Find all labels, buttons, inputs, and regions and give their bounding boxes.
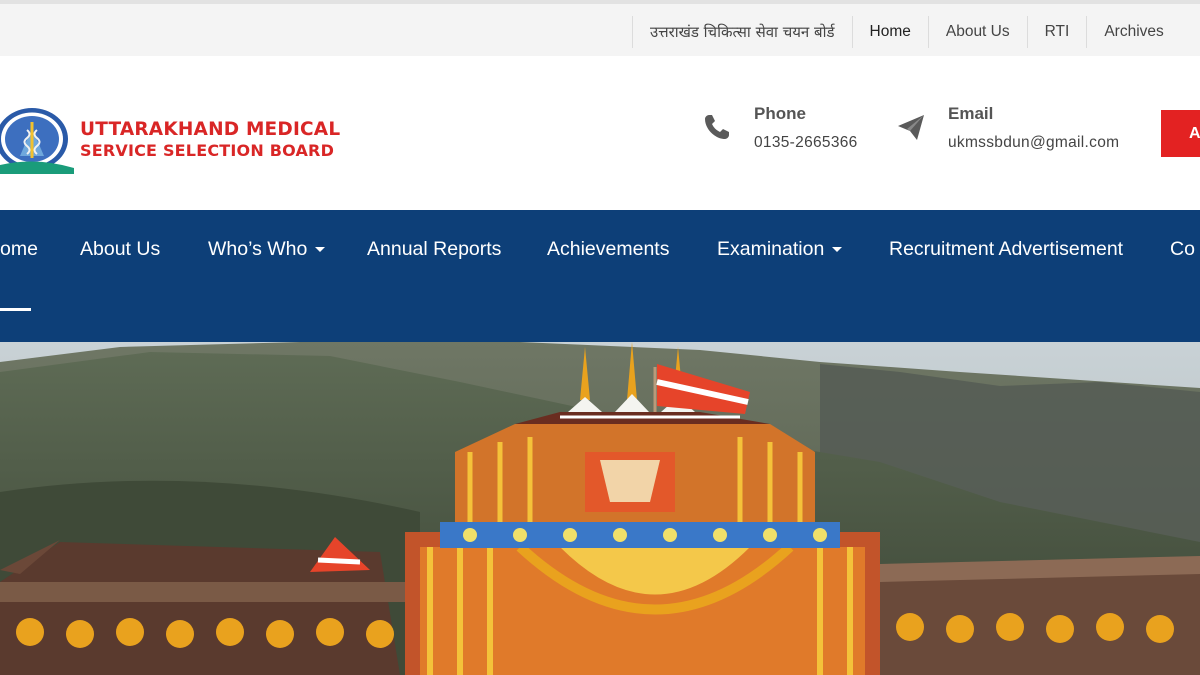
nav-item-recruitment-advertisement[interactable]: Recruitment Advertisement [889, 234, 1123, 264]
site-logo[interactable]: UTTARAKHAND MEDICAL SERVICE SELECTION BO… [0, 106, 340, 174]
hero-banner [0, 342, 1200, 675]
phone-number[interactable]: 0135-2665366 [754, 134, 858, 152]
email-label: Email [948, 104, 994, 123]
nav-item-examination[interactable]: Examination [717, 234, 843, 264]
nav-item-contact[interactable]: Co [1170, 234, 1195, 264]
top-utility-bar: उत्तराखंड चिकित्सा सेवा चयन बोर्ड Home A… [0, 0, 1200, 56]
active-nav-underline [0, 308, 31, 311]
contact-email: Email ukmssbdun@gmail.com [896, 104, 1119, 152]
contact-phone: Phone 0135-2665366 [702, 104, 858, 152]
caret-down-icon [832, 246, 843, 252]
email-details: Email ukmssbdun@gmail.com [948, 104, 1119, 152]
top-link-archives[interactable]: Archives [1086, 16, 1180, 48]
top-link-hindi-title[interactable]: उत्तराखंड चिकित्सा सेवा चयन बोर्ड [632, 16, 852, 48]
phone-icon [705, 115, 729, 139]
logo-line-1: UTTARAKHAND MEDICAL [80, 119, 341, 140]
nav-item-label: Examination [717, 237, 825, 260]
nav-item-label: Who’s Who [208, 237, 308, 260]
nav-item-label: Achievements [547, 237, 670, 260]
nav-item-label: Co [1170, 237, 1195, 260]
top-link-about-us[interactable]: About Us [927, 16, 1027, 48]
nav-item-achievements[interactable]: Achievements [547, 234, 669, 264]
site-header: UTTARAKHAND MEDICAL SERVICE SELECTION BO… [0, 56, 1200, 210]
nav-item-label: ome [0, 237, 38, 260]
nav-item-label: About Us [80, 237, 161, 260]
nav-item-label: Annual Reports [367, 237, 502, 260]
email-address[interactable]: ukmssbdun@gmail.com [948, 134, 1119, 152]
nav-item-about-us[interactable]: About Us [80, 234, 160, 264]
logo-emblem-icon [0, 108, 74, 174]
nav-item-annual-reports[interactable]: Annual Reports [367, 234, 501, 264]
nav-item-label: Recruitment Advertisement [889, 237, 1124, 260]
paper-plane-icon [898, 115, 924, 140]
logo-line-2: SERVICE SELECTION BOARD [80, 141, 335, 160]
top-link-rti[interactable]: RTI [1026, 16, 1087, 48]
top-links: उत्तराखंड चिकित्सा सेवा चयन बोर्ड Home A… [632, 12, 1181, 52]
top-link-home[interactable]: Home [851, 16, 928, 48]
logo-text: UTTARAKHAND MEDICAL SERVICE SELECTION BO… [80, 119, 340, 161]
nav-item-home[interactable]: ome [0, 234, 38, 264]
temple-hero-image [0, 342, 1200, 675]
caret-down-icon [315, 246, 326, 252]
phone-label: Phone [754, 104, 806, 123]
main-navigation: ome About Us Who’s Who Annual Reports Ac… [0, 210, 1200, 342]
nav-item-whos-who[interactable]: Who’s Who [208, 234, 326, 264]
apply-button[interactable]: A [1161, 110, 1200, 157]
phone-details: Phone 0135-2665366 [754, 104, 858, 152]
